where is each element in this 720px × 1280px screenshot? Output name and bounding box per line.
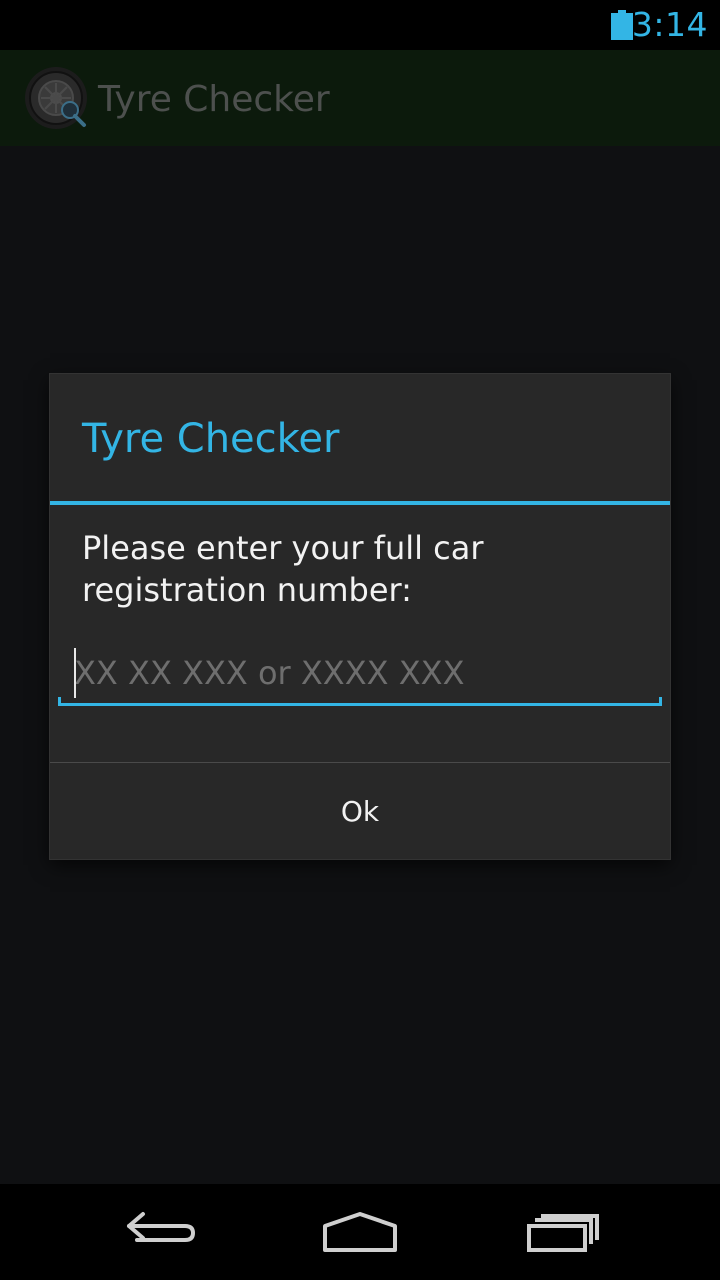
ok-button[interactable]: Ok	[50, 763, 670, 859]
battery-full-icon	[611, 10, 633, 40]
registration-input[interactable]	[74, 648, 654, 698]
input-underline-right-tick	[659, 697, 662, 706]
status-time: 3:14	[631, 5, 708, 44]
dialog-message: Please enter your full car registration …	[82, 529, 484, 609]
navigation-bar	[0, 1184, 720, 1280]
text-cursor	[74, 648, 76, 698]
action-bar-title: Tyre Checker	[98, 79, 330, 120]
tyre-magnifier-icon	[25, 67, 87, 129]
back-icon[interactable]	[115, 1202, 205, 1262]
input-underline-left-tick	[58, 697, 61, 706]
registration-dialog: Tyre Checker Please enter your full car …	[50, 374, 670, 859]
action-bar: Tyre Checker	[0, 50, 720, 146]
status-bar: 3:14	[0, 0, 720, 50]
title-divider	[50, 501, 670, 505]
dialog-title: Tyre Checker	[82, 416, 340, 462]
recent-apps-icon[interactable]	[517, 1202, 607, 1262]
registration-input-container	[58, 644, 662, 706]
screen: 3:14 Tyre Checker Tyre Checker Please en…	[0, 0, 720, 1280]
home-icon[interactable]	[315, 1202, 405, 1262]
input-underline	[58, 703, 662, 706]
